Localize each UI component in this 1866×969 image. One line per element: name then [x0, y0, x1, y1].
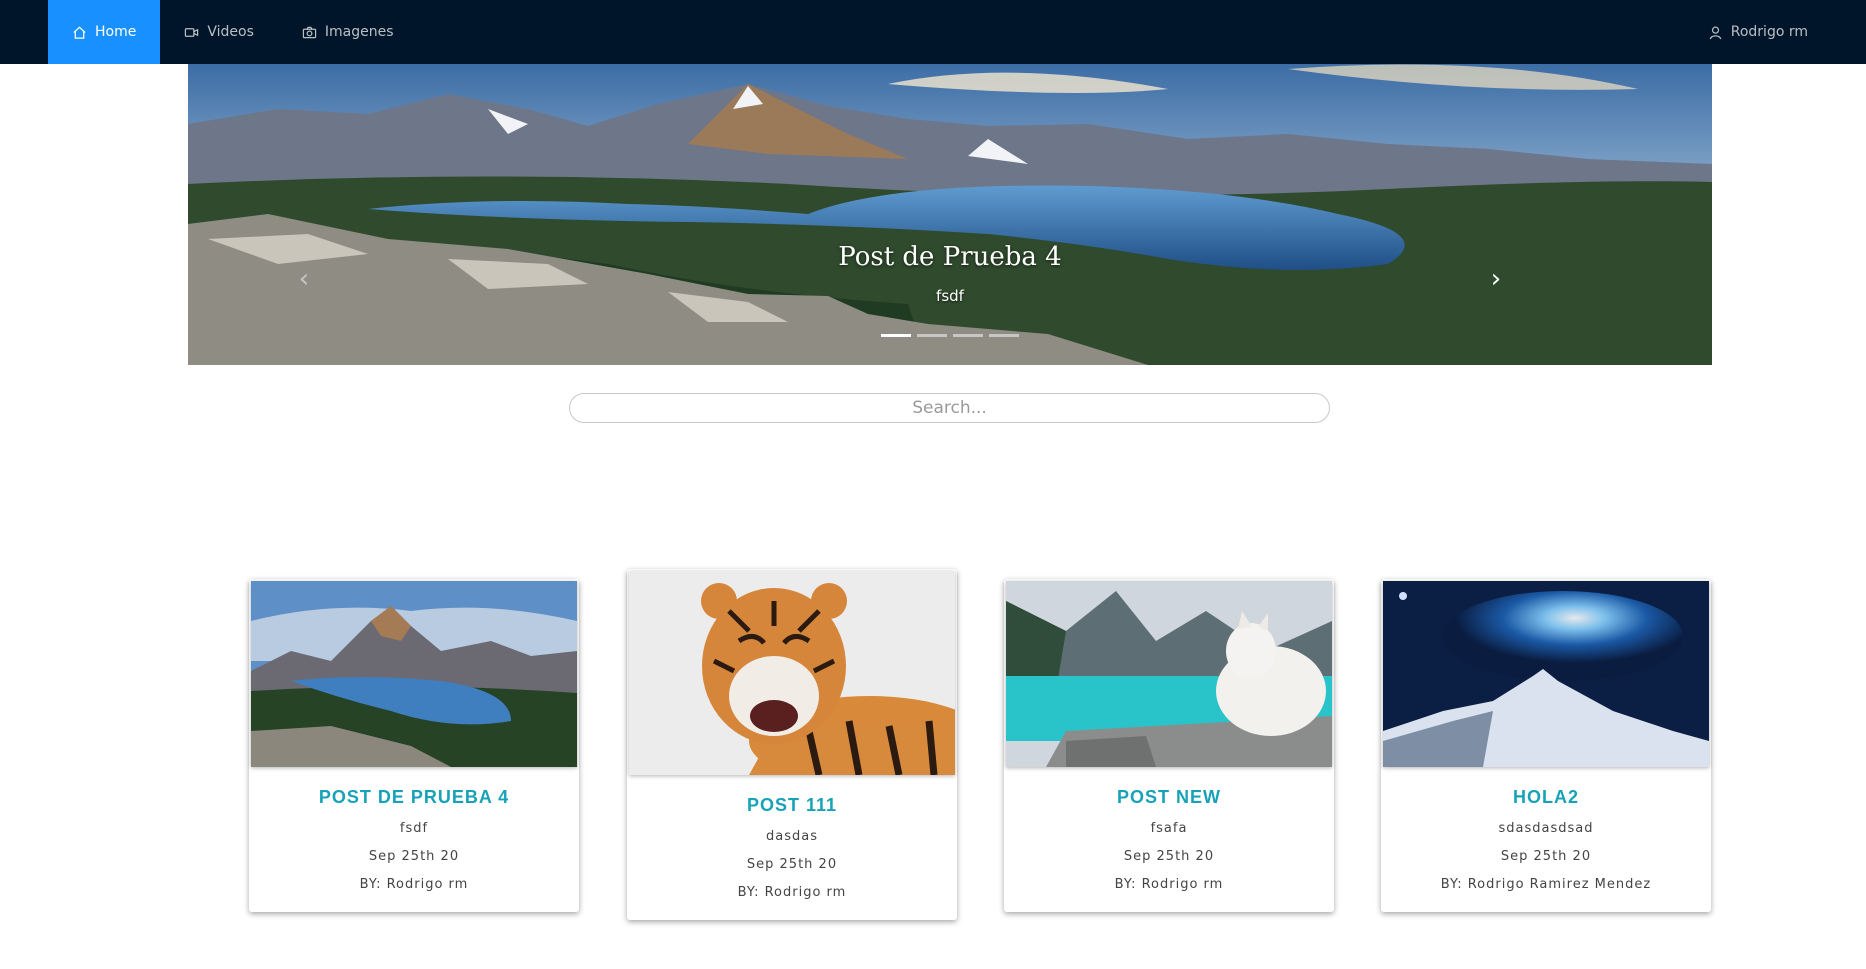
user-icon [1709, 26, 1722, 39]
post-author: BY: Rodrigo rm [737, 885, 847, 900]
carousel-indicator[interactable] [989, 334, 1019, 337]
nav-item-label: Imagenes [324, 24, 394, 40]
post-description: sdasdasdsad [1498, 821, 1594, 836]
post-description: fsdf [399, 821, 429, 836]
post-card[interactable]: HOLA2 sdasdasdsad Sep 25th 20 BY: Rodrig… [1381, 579, 1711, 912]
user-name: Rodrigo rm [1730, 24, 1808, 40]
carousel-slide-image [188, 64, 1712, 365]
post-date: Sep 25th 20 [746, 857, 838, 872]
camera-icon [302, 26, 317, 38]
post-date: Sep 25th 20 [368, 849, 460, 864]
carousel-indicator[interactable] [953, 334, 983, 337]
post-date: Sep 25th 20 [1500, 849, 1592, 864]
video-camera-icon [185, 27, 199, 37]
post-thumbnail-mountain-lake [251, 581, 577, 767]
post-date: Sep 25th 20 [1123, 849, 1215, 864]
nav-item-imagenes[interactable]: Imagenes [278, 0, 418, 64]
post-description: dasdas [766, 829, 818, 844]
carousel-caption-title: Post de Prueba 4 [838, 242, 1062, 272]
nav-item-label: Videos [207, 24, 254, 40]
carousel-indicator[interactable] [881, 334, 911, 337]
post-thumbnail-tiger [629, 571, 955, 775]
carousel-caption-subtitle: fsdf [936, 287, 964, 305]
post-title[interactable]: POST 111 [627, 795, 957, 816]
post-title[interactable]: HOLA2 [1381, 787, 1711, 808]
search-input[interactable] [569, 393, 1330, 423]
post-thumbnail-galaxy [1383, 581, 1709, 767]
post-card[interactable]: POST 111 dasdas Sep 25th 20 BY: Rodrigo … [627, 569, 957, 920]
carousel-indicator[interactable] [917, 334, 947, 337]
nav-item-videos[interactable]: Videos [160, 0, 278, 64]
post-author: BY: Rodrigo rm [1114, 877, 1224, 892]
user-menu: Rodrigo rm [1684, 0, 1832, 64]
nav-item-label: Home [95, 24, 137, 40]
carousel-indicators [188, 334, 1712, 337]
hero-carousel: ‹ › Post de Prueba 4 fsdf [188, 64, 1712, 365]
nav-item-home[interactable]: Home [48, 0, 161, 64]
post-title[interactable]: POST NEW [1004, 787, 1334, 808]
nav-menu: Home Videos Imagenes [48, 0, 418, 64]
post-thumbnail-lake-wolf [1006, 581, 1332, 767]
post-card[interactable]: POST NEW fsafa Sep 25th 20 BY: Rodrigo r… [1004, 579, 1334, 912]
post-title[interactable]: POST DE PRUEBA 4 [249, 787, 579, 808]
post-card[interactable]: POST DE PRUEBA 4 fsdf Sep 25th 20 BY: Ro… [249, 579, 579, 912]
top-navbar: Home Videos Imagenes Rodrigo rm [0, 0, 1866, 64]
post-author: BY: Rodrigo rm [359, 877, 469, 892]
post-description: fsafa [1150, 821, 1188, 836]
post-author: BY: Rodrigo Ramirez Mendez [1440, 877, 1652, 892]
user-menu-button[interactable]: Rodrigo rm [1684, 0, 1832, 64]
home-icon [73, 26, 86, 39]
